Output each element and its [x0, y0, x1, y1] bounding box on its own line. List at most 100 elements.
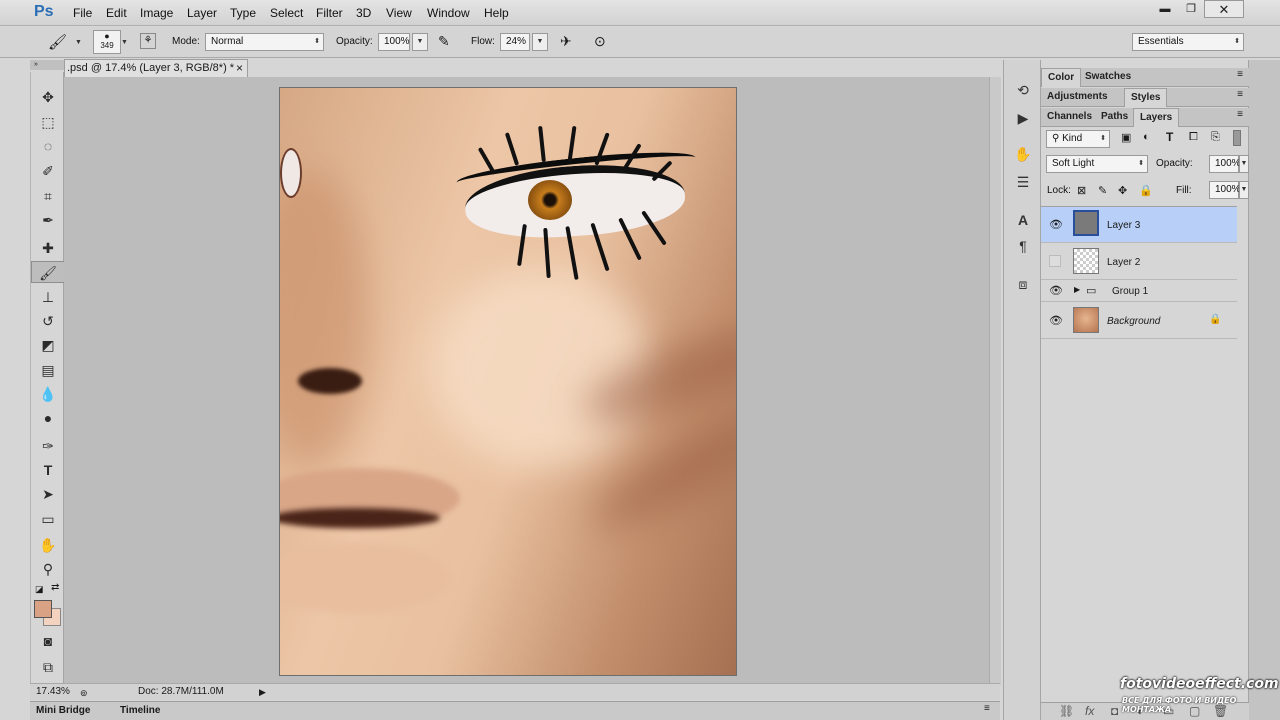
adjust-sliders-icon[interactable]: ☰ — [1004, 174, 1042, 191]
menu-file[interactable]: File — [73, 6, 92, 20]
brush-panel-toggle-icon[interactable]: ⚘ — [140, 33, 156, 49]
fx-icon[interactable]: fx — [1085, 704, 1094, 718]
link-layers-icon[interactable]: ⛓ — [1059, 704, 1074, 718]
layer-opacity-field[interactable]: 100% — [1209, 155, 1241, 173]
menu-select[interactable]: Select — [270, 6, 303, 20]
actions-panel-icon[interactable]: ▶ — [1004, 110, 1042, 127]
layer-name[interactable]: Group 1 — [1112, 286, 1148, 297]
hand-tool-icon[interactable]: ✋ — [31, 534, 65, 556]
brush-size-picker[interactable]: ● 349 — [93, 30, 121, 54]
quick-select-tool-icon[interactable]: ✐ — [31, 160, 65, 182]
panel-menu-icon[interactable]: ≡ — [1237, 89, 1243, 100]
canvas-image[interactable] — [279, 87, 737, 676]
crop-tool-icon[interactable]: ⌗ — [31, 185, 65, 207]
tab-mini-bridge[interactable]: Mini Bridge — [36, 705, 90, 716]
layer-name[interactable]: Layer 3 — [1107, 220, 1140, 231]
lock-all-icon[interactable]: 🔒 — [1139, 184, 1153, 197]
swap-colors-icon[interactable]: ⇄ — [51, 582, 59, 593]
filter-shape-icon[interactable]: ⧠ — [1189, 131, 1198, 144]
brush-tool-icon[interactable]: 🖌 — [48, 33, 67, 51]
layer-name[interactable]: Background — [1107, 316, 1160, 327]
brush-picker-arrow-icon[interactable]: ▼ — [121, 39, 128, 46]
layer-row-layer-3[interactable]: 👁 Layer 3 — [1041, 207, 1237, 243]
history-panel-icon[interactable]: ⟲ — [1004, 82, 1042, 99]
workspace-select[interactable]: Essentials ⬍ — [1132, 33, 1244, 51]
pressure-size-icon[interactable]: ⊙ — [594, 33, 606, 50]
panel-menu-icon[interactable]: ≡ — [1237, 109, 1243, 120]
eraser-tool-icon[interactable]: ◩ — [31, 334, 65, 356]
opacity-dropdown-icon[interactable]: ▼ — [412, 33, 428, 51]
tab-timeline[interactable]: Timeline — [120, 705, 160, 716]
pressure-opacity-icon[interactable]: ✎ — [438, 33, 450, 50]
move-tool-icon[interactable]: ✥ — [31, 86, 65, 108]
zoom-level[interactable]: 17.43% — [36, 684, 70, 700]
lasso-tool-icon[interactable]: ◌ — [31, 135, 65, 157]
tab-paths[interactable]: Paths — [1095, 108, 1134, 127]
dodge-tool-icon[interactable]: ● — [31, 407, 65, 429]
menu-type[interactable]: Type — [230, 6, 256, 20]
tool-preset-arrow-icon[interactable]: ▼ — [75, 39, 82, 46]
clone-stamp-tool-icon[interactable]: ⊥ — [31, 286, 65, 308]
tab-swatches[interactable]: Swatches — [1079, 68, 1137, 87]
close-button[interactable]: ✕ — [1204, 0, 1244, 18]
expand-arrow-icon[interactable]: ▶ — [1074, 285, 1080, 294]
tab-color[interactable]: Color — [1041, 68, 1082, 87]
gradient-tool-icon[interactable]: ▤ — [31, 359, 65, 381]
menu-window[interactable]: Window — [427, 6, 470, 20]
eyedropper-tool-icon[interactable]: ✒ — [31, 209, 65, 231]
canvas-vertical-scrollbar[interactable] — [989, 77, 1001, 685]
fill-field[interactable]: 100% — [1209, 181, 1241, 199]
layer-opacity-arrow-icon[interactable]: ▼ — [1239, 155, 1249, 173]
opacity-field[interactable]: 100% — [378, 33, 410, 51]
filter-adjustment-icon[interactable]: ◐ — [1143, 131, 1150, 143]
menu-image[interactable]: Image — [140, 6, 173, 20]
filter-pixel-icon[interactable]: ▣ — [1121, 131, 1131, 144]
status-menu-arrow-icon[interactable]: ▶ — [259, 684, 266, 700]
tab-channels[interactable]: Channels — [1041, 108, 1098, 127]
flow-dropdown-icon[interactable]: ▼ — [532, 33, 548, 51]
status-export-icon[interactable]: ⊚ — [80, 685, 88, 701]
menu-layer[interactable]: Layer — [187, 6, 217, 20]
eye-icon[interactable]: 👁 — [1049, 284, 1063, 298]
airbrush-icon[interactable]: ✈ — [560, 33, 572, 50]
tool-presets-icon[interactable]: ⧈ — [1004, 276, 1042, 293]
filter-toggle[interactable] — [1233, 130, 1241, 146]
history-brush-tool-icon[interactable]: ↺ — [31, 310, 65, 332]
brush-tool-icon[interactable]: 🖌 — [31, 261, 65, 283]
document-tab[interactable]: .psd @ 17.4% (Layer 3, RGB/8*) * × — [64, 59, 248, 77]
pen-tool-icon[interactable]: ✑ — [31, 435, 65, 457]
layer-row-background[interactable]: 👁 Background 🔒 — [1041, 303, 1237, 339]
visibility-off-box[interactable] — [1049, 255, 1061, 267]
tools-collapse-icon[interactable]: » — [30, 60, 64, 70]
marquee-tool-icon[interactable]: ⬚ — [31, 111, 65, 133]
path-selection-tool-icon[interactable]: ➤ — [31, 483, 65, 505]
screen-mode-icon[interactable]: ⧉ — [31, 656, 65, 678]
default-colors-icon[interactable]: ◪ — [35, 584, 44, 595]
lock-position-icon[interactable]: ✥ — [1118, 184, 1127, 197]
foreground-color-swatch[interactable] — [34, 600, 52, 618]
layer-name[interactable]: Layer 2 — [1107, 257, 1140, 268]
lock-image-icon[interactable]: ✎ — [1098, 184, 1107, 197]
healing-brush-tool-icon[interactable]: ✚ — [31, 237, 65, 259]
layer-row-layer-2[interactable]: Layer 2 — [1041, 244, 1237, 280]
eye-icon[interactable]: 👁 — [1049, 218, 1063, 232]
rectangle-tool-icon[interactable]: ▭ — [31, 508, 65, 530]
mode-select[interactable]: Normal ⬍ — [205, 33, 324, 51]
blur-tool-icon[interactable]: 💧 — [31, 383, 65, 405]
tab-adjustments[interactable]: Adjustments — [1041, 88, 1114, 107]
layer-row-group-1[interactable]: 👁 ▶ ▭ Group 1 — [1041, 281, 1237, 302]
panel-menu-icon[interactable]: ≡ — [984, 703, 990, 714]
menu-help[interactable]: Help — [484, 6, 509, 20]
lock-transparent-icon[interactable]: ⊠ — [1077, 184, 1086, 197]
right-panel-scrollbar[interactable] — [1249, 60, 1280, 720]
zoom-tool-icon[interactable]: ⚲ — [31, 558, 65, 580]
flow-field[interactable]: 24% — [500, 33, 530, 51]
brush-presets-icon[interactable]: ✋ — [1004, 146, 1042, 163]
menu-view[interactable]: View — [386, 6, 412, 20]
quick-mask-icon[interactable]: ◙ — [31, 630, 65, 652]
filter-smart-object-icon[interactable]: ⎘ — [1211, 131, 1220, 144]
tab-styles[interactable]: Styles — [1124, 88, 1168, 107]
add-mask-icon[interactable]: ◘ — [1111, 704, 1118, 718]
filter-type-icon[interactable]: T — [1166, 130, 1173, 144]
menu-3d[interactable]: 3D — [356, 6, 371, 20]
